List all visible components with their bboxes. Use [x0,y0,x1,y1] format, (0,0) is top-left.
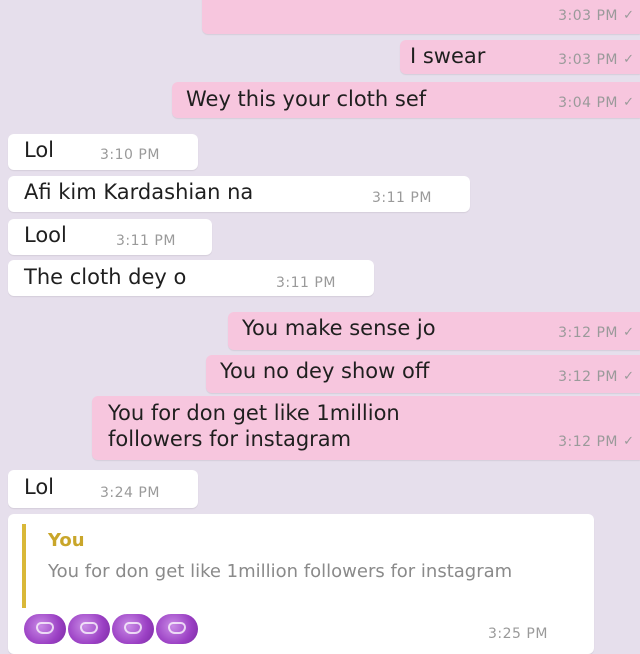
sent-tick-icon: ✓ [623,8,634,23]
message-timestamp: 3:03 PM [558,52,618,68]
message-bubble-outgoing[interactable]: You for don get like 1million followers … [92,396,640,460]
message-text-line-1: You for don get like 1million [108,401,400,425]
message-bubble-outgoing[interactable]: Wey this your cloth sef 3:04 PM ✓ [172,82,640,118]
quoted-message[interactable]: You You for don get like 1million follow… [22,524,592,608]
message-text: You make sense jo [242,316,436,340]
message-timestamp: 3:24 PM [100,485,160,501]
message-text: Lool [24,223,67,247]
message-bubble-incoming[interactable]: Lool 3:11 PM [8,219,212,255]
message-timestamp: 3:12 PM [558,434,618,450]
quoted-text: You for don get like 1million followers … [48,561,513,582]
sent-tick-icon: ✓ [623,52,634,67]
message-text: Wey this your cloth sef [186,87,427,111]
message-timestamp: 3:12 PM [558,369,618,385]
message-bubble-outgoing[interactable]: 3:03 PM ✓ [202,0,640,34]
sent-tick-icon: ✓ [623,95,634,110]
message-timestamp: 3:11 PM [276,275,336,291]
message-timestamp: 3:11 PM [372,190,432,206]
message-text: The cloth dey o [24,265,187,289]
sent-tick-icon: ✓ [623,369,634,384]
message-text: Lol [24,475,55,499]
message-text: Afi kim Kardashian na [24,180,254,204]
message-bubble-incoming[interactable]: The cloth dey o 3:11 PM [8,260,374,296]
message-text: Lol [24,138,55,162]
message-timestamp: 3:10 PM [100,147,160,163]
sent-tick-icon: ✓ [623,434,634,449]
message-timestamp: 3:12 PM [558,325,618,341]
message-text: You no dey show off [220,359,430,383]
message-timestamp: 3:11 PM [116,233,176,249]
reply-message-bubble[interactable]: You You for don get like 1million follow… [8,514,594,654]
message-text-line-2: followers for instagram [108,427,352,451]
message-bubble-incoming[interactable]: Lol 3:24 PM [8,470,198,508]
message-bubble-outgoing[interactable]: I swear 3:03 PM ✓ [400,40,640,74]
message-timestamp: 3:04 PM [558,95,618,111]
message-bubble-incoming[interactable]: Afi kim Kardashian na 3:11 PM [8,176,470,212]
message-bubble-incoming[interactable]: Lol 3:10 PM [8,134,198,170]
message-timestamp: 3:03 PM [558,8,618,24]
message-bubble-outgoing[interactable]: You no dey show off 3:12 PM ✓ [206,355,640,393]
quoted-author: You [48,530,85,551]
message-text: I swear [410,44,486,68]
sent-tick-icon: ✓ [623,325,634,340]
message-bubble-outgoing[interactable]: You make sense jo 3:12 PM ✓ [228,312,640,350]
